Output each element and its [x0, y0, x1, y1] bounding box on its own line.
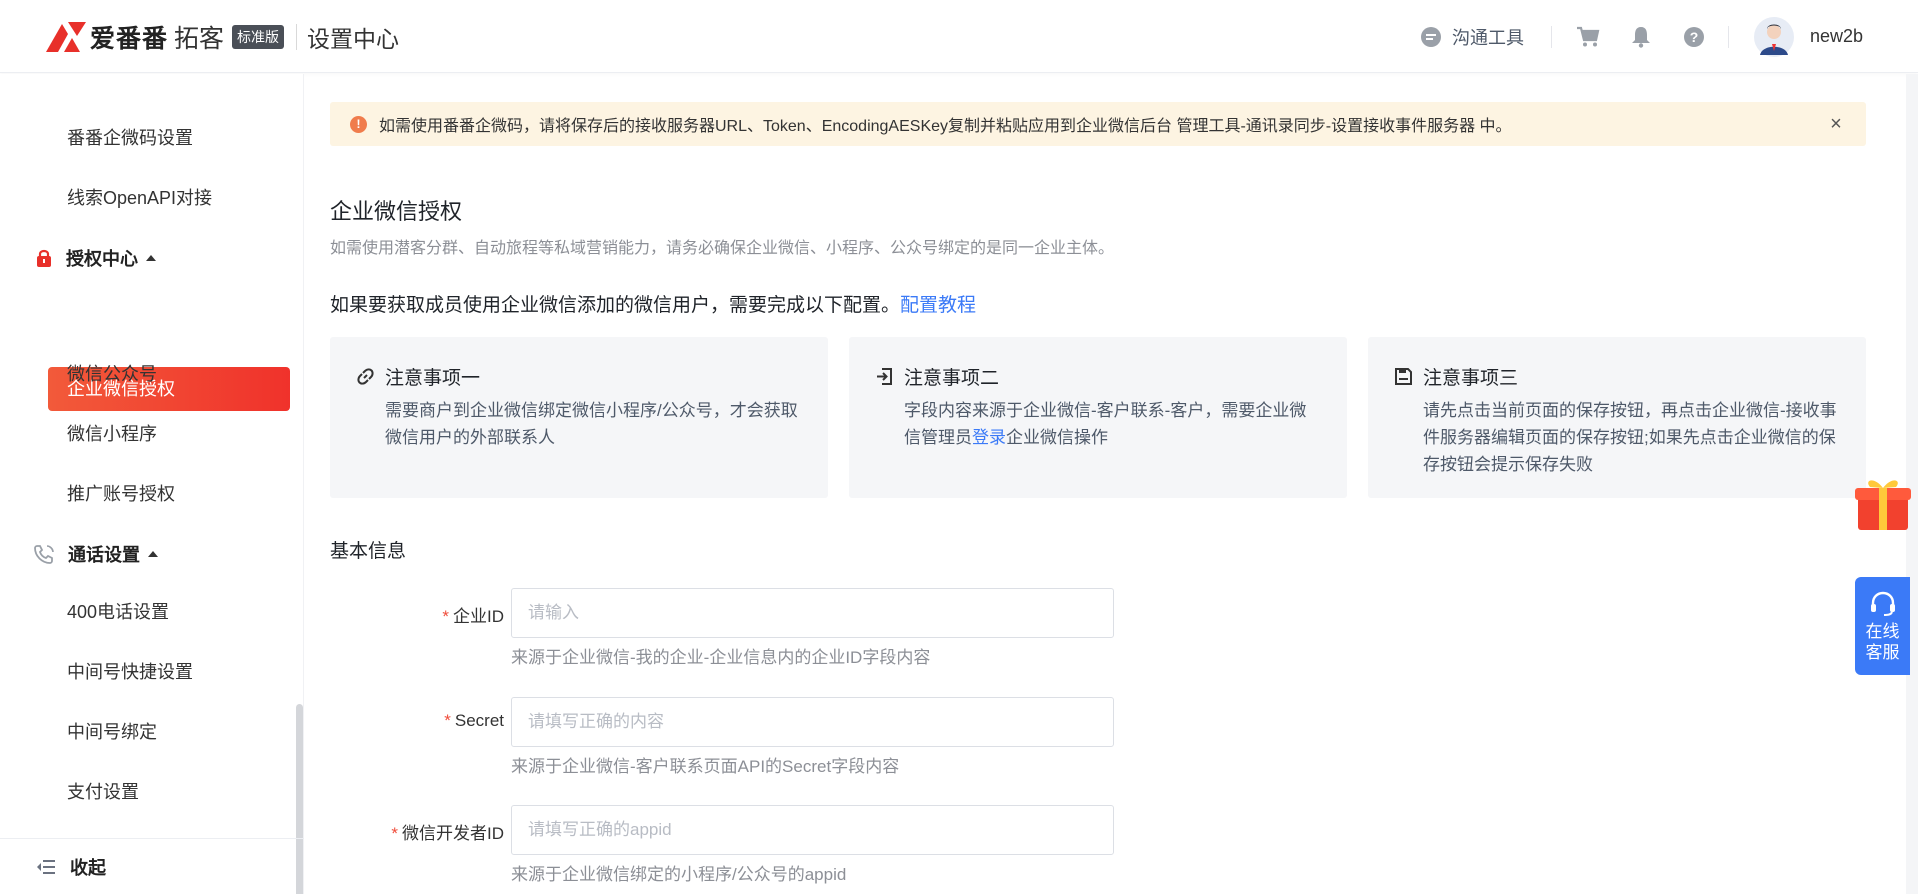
- appid-label-text: 微信开发者ID: [402, 824, 504, 843]
- notice-card-header: 注意事项二: [875, 363, 999, 390]
- notice-card-1: 注意事项一 需要商户到企业微信绑定微信小程序/公众号，才会获取微信用户的外部联系…: [330, 337, 828, 498]
- config-instruction: 如果要获取成员使用企业微信添加的微信用户，需要完成以下配置。配置教程: [330, 290, 976, 317]
- close-icon[interactable]: ×: [1826, 114, 1846, 134]
- notice-card-title: 注意事项三: [1423, 368, 1519, 389]
- notice-card-3: 注意事项三 请先点击当前页面的保存按钮，再点击企业微信-接收事件服务器编辑页面的…: [1368, 337, 1866, 498]
- cart-icon: [1577, 26, 1600, 46]
- sidebar: 番番企微码设置 线索OpenAPI对接 授权中心 企业微信授权 微信公众号 微信…: [0, 74, 304, 894]
- sidebar-item-payment[interactable]: 支付设置: [67, 780, 139, 804]
- chat-tool-label: 沟通工具: [1452, 27, 1524, 48]
- help-icon: ?: [1684, 26, 1704, 47]
- header-divider: [1551, 26, 1552, 48]
- link-icon: [357, 368, 374, 385]
- avatar: [1754, 16, 1794, 57]
- product-name: 拓客: [174, 25, 225, 53]
- page-title: 设置中心: [307, 26, 400, 52]
- notice-card-header: 注意事项三: [1394, 363, 1518, 390]
- svg-text:?: ?: [1690, 29, 1699, 45]
- gift-icon[interactable]: [1852, 472, 1914, 534]
- info-alert: ! 如需使用番番企微码，请将保存后的接收服务器URL、Token、Encodin…: [330, 102, 1866, 146]
- config-tutorial-link[interactable]: 配置教程: [900, 295, 976, 316]
- sidebar-item-wechat-official[interactable]: 微信公众号: [67, 362, 157, 386]
- secret-input[interactable]: [511, 697, 1114, 747]
- notice-card-title: 注意事项一: [385, 368, 481, 389]
- secret-label-text: Secret: [454, 711, 504, 730]
- lock-icon: [37, 249, 51, 267]
- notice-card-body: 需要商户到企业微信绑定微信小程序/公众号，才会获取微信用户的外部联系人: [385, 401, 798, 447]
- support-label: 在线客服: [1865, 622, 1900, 662]
- sidebar-item-qrcode-settings[interactable]: 番番企微码设置: [67, 126, 193, 150]
- top-header: 爱番番 拓客 标准版 设置中心 沟通工具 ? new2b: [0, 0, 1918, 73]
- notice-card-body: 请先点击当前页面的保存按钮，再点击企业微信-接收事件服务器编辑页面的保存按钮;如…: [1423, 401, 1837, 474]
- sidebar-item-openapi[interactable]: 线索OpenAPI对接: [67, 186, 212, 210]
- bell-icon: [1632, 26, 1650, 48]
- help-button[interactable]: ?: [1683, 0, 1705, 73]
- logo-divider: [296, 24, 298, 50]
- sidebar-group-call-label: 通话设置: [68, 545, 140, 565]
- logo-icon: [46, 22, 86, 52]
- collapse-label: 收起: [70, 857, 106, 878]
- warning-icon: !: [350, 115, 367, 133]
- notice-card-title: 注意事项二: [904, 368, 1000, 389]
- section-title: 企业微信授权: [330, 199, 463, 224]
- sidebar-group-auth[interactable]: 授权中心: [34, 245, 156, 271]
- sidebar-item-ad-account-auth[interactable]: 推广账号授权: [67, 482, 175, 506]
- sidebar-group-auth-label: 授权中心: [66, 249, 138, 269]
- user-menu[interactable]: new2b: [1754, 0, 1863, 73]
- sidebar-item-400-phone[interactable]: 400电话设置: [67, 600, 169, 624]
- edition-badge: 标准版: [232, 25, 285, 49]
- notice-card-text: 企业微信操作: [1006, 428, 1108, 447]
- chat-tool-button[interactable]: 沟通工具: [1420, 0, 1524, 73]
- notice-card-header: 注意事项一: [356, 363, 480, 390]
- header-divider: [1728, 26, 1729, 48]
- brand-name: 爱番番: [90, 25, 169, 53]
- phone-icon: [34, 545, 54, 564]
- chat-icon: [1421, 26, 1441, 47]
- secret-label: * Secret: [304, 711, 504, 731]
- basic-info-title: 基本信息: [330, 541, 407, 562]
- corp-id-help: 来源于企业微信-我的企业-企业信息内的企业ID字段内容: [511, 648, 931, 667]
- required-mark: *: [442, 607, 449, 626]
- login-icon: [877, 368, 892, 385]
- appid-help: 来源于企业微信绑定的小程序/公众号的appid: [511, 865, 847, 884]
- required-mark: *: [444, 711, 451, 730]
- online-support-button[interactable]: 在线客服: [1855, 577, 1910, 675]
- notice-card-body: 字段内容来源于企业微信-客户联系-客户，需要企业微信管理员登录企业微信操作: [904, 397, 1322, 451]
- sidebar-item-virtual-number-bind[interactable]: 中间号绑定: [67, 720, 157, 744]
- secret-help: 来源于企业微信-客户联系页面API的Secret字段内容: [511, 757, 900, 776]
- sidebar-item-virtual-number-quick[interactable]: 中间号快捷设置: [67, 660, 193, 684]
- notice-card-2: 注意事项二 字段内容来源于企业微信-客户联系-客户，需要企业微信管理员登录企业微…: [849, 337, 1347, 498]
- collapse-icon: [37, 859, 55, 874]
- appid-label: * 微信开发者ID: [304, 819, 504, 844]
- config-text: 如果要获取成员使用企业微信添加的微信用户，需要完成以下配置。: [330, 295, 901, 316]
- username: new2b: [1810, 26, 1864, 46]
- caret-up-icon: [146, 255, 156, 261]
- alert-text: 如需使用番番企微码，请将保存后的接收服务器URL、Token、EncodingA…: [379, 118, 1512, 135]
- save-icon: [1395, 368, 1412, 385]
- corp-id-label-text: 企业ID: [453, 607, 504, 626]
- logo[interactable]: 爱番番 拓客 标准版 设置中心: [44, 17, 399, 57]
- notification-button[interactable]: [1631, 0, 1651, 73]
- sidebar-group-call[interactable]: 通话设置: [34, 541, 158, 567]
- required-mark: *: [391, 824, 398, 843]
- caret-up-icon: [148, 551, 158, 557]
- corp-id-input[interactable]: [511, 588, 1114, 638]
- sidebar-item-wechat-miniprogram[interactable]: 微信小程序: [67, 422, 157, 446]
- corp-id-label: * 企业ID: [304, 602, 504, 627]
- headset-icon: [1870, 591, 1895, 616]
- login-link[interactable]: 登录: [972, 428, 1006, 447]
- appid-input[interactable]: [511, 805, 1114, 855]
- main-content: ! 如需使用番番企微码，请将保存后的接收服务器URL、Token、Encodin…: [304, 74, 1866, 894]
- sidebar-collapse-button[interactable]: 收起: [0, 838, 304, 894]
- cart-button[interactable]: [1576, 0, 1600, 73]
- section-description: 如需使用潜客分群、自动旅程等私域营销能力，请务必确保企业微信、小程序、公众号绑定…: [330, 240, 1115, 257]
